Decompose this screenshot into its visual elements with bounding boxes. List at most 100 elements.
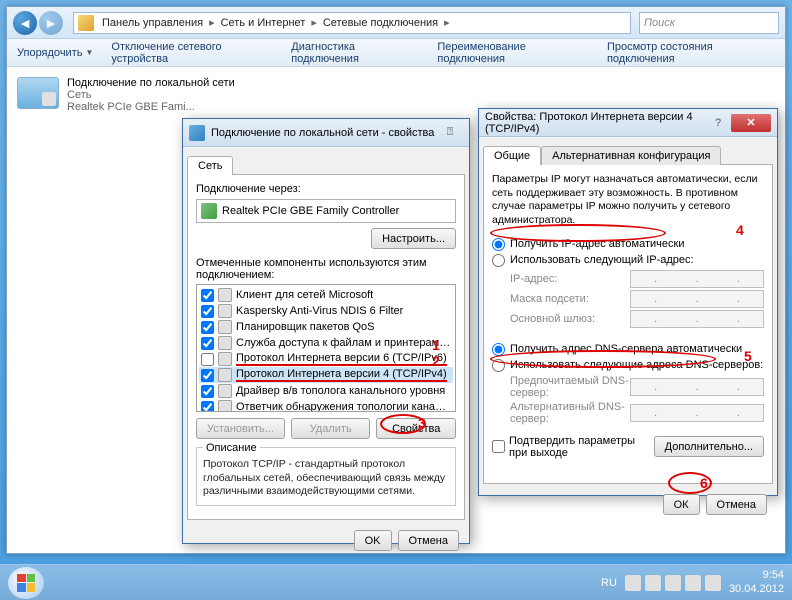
tray-icon[interactable] xyxy=(665,575,681,591)
language-indicator[interactable]: RU xyxy=(601,577,617,589)
dialog-titlebar[interactable]: Подключение по локальной сети - свойства… xyxy=(183,119,469,147)
network-adapter-icon xyxy=(17,77,59,109)
remove-button[interactable]: Удалить xyxy=(291,418,371,439)
component-checkbox[interactable] xyxy=(201,305,214,318)
dns-alt-label: Альтернативный DNS-сервер: xyxy=(510,401,630,425)
dialog-titlebar[interactable]: Свойства: Протокол Интернета версии 4 (T… xyxy=(479,109,777,137)
component-checkbox[interactable] xyxy=(201,369,214,382)
component-item[interactable]: Клиент для сетей Microsoft xyxy=(199,287,453,303)
breadcrumb[interactable]: Панель управления xyxy=(98,17,207,29)
driver-icon xyxy=(218,384,232,398)
dns-manual-radio[interactable] xyxy=(492,359,505,372)
dns-auto-label: Получить адрес DNS-сервера автоматически xyxy=(510,343,742,355)
dialog-icon xyxy=(189,125,205,141)
component-item[interactable]: Служба доступа к файлам и принтерам сете… xyxy=(199,335,453,351)
connect-via-label: Подключение через: xyxy=(196,183,456,195)
gateway-label: Основной шлюз: xyxy=(510,313,630,325)
ok-button[interactable]: ОК xyxy=(663,494,700,515)
component-checkbox[interactable] xyxy=(201,353,214,366)
tray-icon[interactable] xyxy=(645,575,661,591)
ok-button[interactable]: OK xyxy=(354,530,392,551)
ip-address-label: IP-адрес: xyxy=(510,273,630,285)
windows-logo-icon xyxy=(17,574,35,592)
cancel-button[interactable]: Отмена xyxy=(398,530,459,551)
component-item[interactable]: Планировщик пакетов QoS xyxy=(199,319,453,335)
help-button[interactable]: ⍰ xyxy=(439,124,461,142)
search-input[interactable]: Поиск xyxy=(639,12,779,34)
client-icon xyxy=(218,288,232,302)
organize-menu[interactable]: Упорядочить▼ xyxy=(17,47,93,59)
tray-icon[interactable] xyxy=(685,575,701,591)
component-checkbox[interactable] xyxy=(201,337,214,350)
adapter-field: Realtek PCIe GBE Family Controller xyxy=(196,199,456,223)
subnet-mask-label: Маска подсети: xyxy=(510,293,630,305)
service-icon xyxy=(218,336,232,350)
qos-icon xyxy=(218,320,232,334)
help-button[interactable]: ? xyxy=(707,114,729,132)
dns-manual-label: Использовать следующие адреса DNS-сервер… xyxy=(510,359,763,371)
ipv4-properties-dialog: Свойства: Протокол Интернета версии 4 (T… xyxy=(478,108,778,496)
cancel-button[interactable]: Отмена xyxy=(706,494,767,515)
start-button[interactable] xyxy=(8,567,44,599)
component-item-ipv6[interactable]: Протокол Интернета версии 6 (TCP/IPv6) xyxy=(199,351,453,367)
connection-title: Подключение по локальной сети xyxy=(67,77,235,89)
description-title: Описание xyxy=(203,442,260,454)
diagnose-button[interactable]: Диагностика подключения xyxy=(291,41,419,65)
properties-button[interactable]: Свойства xyxy=(376,418,456,439)
confirm-exit-checkbox[interactable] xyxy=(492,440,505,453)
dns-alt-input: ... xyxy=(630,404,764,422)
components-label: Отмеченные компоненты используются этим … xyxy=(196,257,456,281)
tab-general[interactable]: Общие xyxy=(483,146,541,165)
ip-manual-radio[interactable] xyxy=(492,254,505,267)
view-status-button[interactable]: Просмотр состояния подключения xyxy=(607,41,775,65)
time: 9:54 xyxy=(729,569,784,582)
connection-network: Сеть xyxy=(67,89,235,101)
date: 30.04.2012 xyxy=(729,583,784,596)
clock[interactable]: 9:54 30.04.2012 xyxy=(729,569,784,595)
tab-alt-config[interactable]: Альтернативная конфигурация xyxy=(541,146,721,165)
disable-device-button[interactable]: Отключение сетевого устройства xyxy=(111,41,273,65)
configure-button[interactable]: Настроить... xyxy=(371,228,456,249)
component-item[interactable]: Kaspersky Anti-Virus NDIS 6 Filter xyxy=(199,303,453,319)
confirm-exit-label: Подтвердить параметры при выходе xyxy=(509,435,654,459)
ip-auto-radio[interactable] xyxy=(492,238,505,251)
dns-auto-radio[interactable] xyxy=(492,343,505,356)
ip-auto-label: Получить IP-адрес автоматически xyxy=(510,238,684,250)
nav-back-button[interactable]: ◄ xyxy=(13,11,37,35)
folder-icon xyxy=(78,15,94,31)
breadcrumb[interactable]: Сеть и Интернет xyxy=(217,17,310,29)
gateway-input: ... xyxy=(630,310,764,328)
dialog-title: Подключение по локальной сети - свойства xyxy=(211,127,439,139)
tab-network[interactable]: Сеть xyxy=(187,156,233,175)
taskbar: RU 9:54 30.04.2012 xyxy=(0,564,792,600)
advanced-button[interactable]: Дополнительно... xyxy=(654,436,764,457)
close-button[interactable]: ✕ xyxy=(731,114,771,132)
tray-icon[interactable] xyxy=(705,575,721,591)
connection-properties-dialog: Подключение по локальной сети - свойства… xyxy=(182,118,470,544)
ip-address-input: ... xyxy=(630,270,764,288)
install-button[interactable]: Установить... xyxy=(196,418,285,439)
component-checkbox[interactable] xyxy=(201,321,214,334)
system-tray: RU 9:54 30.04.2012 xyxy=(601,569,784,595)
dns-preferred-input: ... xyxy=(630,378,764,396)
component-checkbox[interactable] xyxy=(201,289,214,302)
rename-button[interactable]: Переименование подключения xyxy=(437,41,589,65)
protocol-icon xyxy=(218,368,232,382)
component-item[interactable]: Драйвер в/в тополога канального уровня xyxy=(199,383,453,399)
adapter-name: Realtek PCIe GBE Family Controller xyxy=(222,205,399,217)
components-list[interactable]: Клиент для сетей Microsoft Kaspersky Ant… xyxy=(196,284,456,412)
info-text: Параметры IP могут назначаться автоматич… xyxy=(492,173,764,228)
nav-forward-button[interactable]: ► xyxy=(39,11,63,35)
tray-icon[interactable] xyxy=(625,575,641,591)
explorer-header: ◄ ► Панель управления▸ Сеть и Интернет▸ … xyxy=(7,7,785,39)
component-checkbox[interactable] xyxy=(201,385,214,398)
dns-preferred-label: Предпочитаемый DNS-сервер: xyxy=(510,375,630,399)
component-item[interactable]: Ответчик обнаружения топологии канальног… xyxy=(199,399,453,412)
breadcrumb[interactable]: Сетевые подключения xyxy=(319,17,442,29)
component-item-ipv4[interactable]: Протокол Интернета версии 4 (TCP/IPv4) xyxy=(199,367,453,383)
explorer-toolbar: Упорядочить▼ Отключение сетевого устройс… xyxy=(7,39,785,67)
description-group: Описание Протокол TCP/IP - стандартный п… xyxy=(196,447,456,506)
protocol-icon xyxy=(218,352,232,366)
component-checkbox[interactable] xyxy=(201,401,214,413)
address-bar[interactable]: Панель управления▸ Сеть и Интернет▸ Сете… xyxy=(73,12,631,34)
